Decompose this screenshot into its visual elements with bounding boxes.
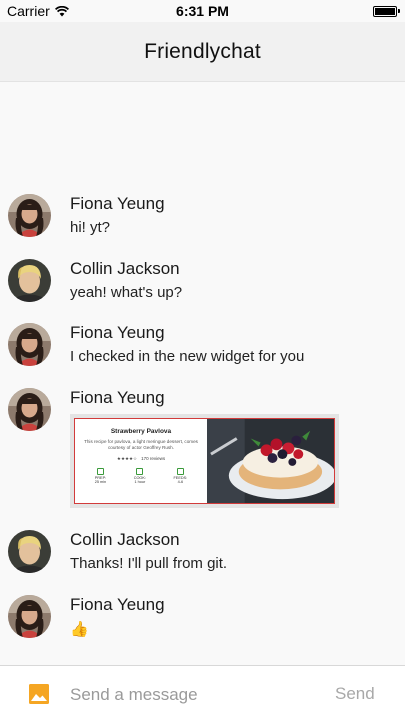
stat-cook: COOK: 1 hour bbox=[134, 468, 146, 484]
recipe-rating: ★★★★☆ 170 reviews bbox=[81, 456, 201, 462]
cook-icon bbox=[136, 468, 144, 476]
battery-level bbox=[375, 8, 395, 15]
message-item: Fiona Yeung hi! yt? bbox=[8, 194, 398, 242]
app-bar: Friendlychat bbox=[0, 22, 405, 82]
stat-value: 1 hour bbox=[134, 480, 146, 485]
message-sender: Collin Jackson bbox=[70, 530, 180, 549]
stat-prep: PREP: 25 min bbox=[95, 468, 106, 484]
stat-value: 4-6 bbox=[177, 480, 184, 485]
wifi-icon bbox=[54, 5, 69, 16]
message-sender: Fiona Yeung bbox=[70, 595, 165, 614]
message-text: 👍 bbox=[70, 621, 89, 638]
message-item: Fiona Yeung 👍 bbox=[8, 595, 398, 643]
prep-icon bbox=[96, 468, 104, 476]
avatar[interactable] bbox=[8, 530, 51, 573]
message-sender: Fiona Yeung bbox=[70, 323, 165, 342]
message-text: yeah! what's up? bbox=[70, 284, 183, 301]
message-item: Collin Jackson Thanks! I'll pull from gi… bbox=[8, 530, 398, 578]
message-item: Collin Jackson yeah! what's up? bbox=[8, 259, 398, 307]
send-button[interactable]: Send bbox=[335, 684, 375, 704]
image-icon[interactable] bbox=[29, 684, 49, 704]
recipe-title: Strawberry Pavlova bbox=[110, 428, 172, 435]
app-title: Friendlychat bbox=[144, 39, 261, 63]
feeds-icon bbox=[176, 468, 184, 476]
avatar[interactable] bbox=[8, 259, 51, 302]
recipe-description: This recipe for pavlova, a light meringu… bbox=[84, 439, 198, 451]
carrier-info: Carrier bbox=[7, 3, 69, 19]
recipe-info: Strawberry Pavlova This recipe for pavlo… bbox=[75, 419, 207, 503]
message-composer: Send bbox=[0, 665, 405, 720]
avatar[interactable] bbox=[8, 323, 51, 366]
message-text: I checked in the new widget for you bbox=[70, 348, 305, 365]
review-count: 170 reviews bbox=[141, 456, 166, 462]
message-text: Thanks! I'll pull from git. bbox=[70, 555, 228, 572]
avatar[interactable] bbox=[8, 595, 51, 638]
pavlova-photo bbox=[207, 419, 334, 503]
carrier-label: Carrier bbox=[7, 3, 50, 19]
message-sender: Collin Jackson bbox=[70, 259, 180, 278]
message-input[interactable] bbox=[70, 684, 320, 706]
stat-value: 25 min bbox=[94, 480, 107, 485]
avatar[interactable] bbox=[8, 194, 51, 237]
message-text: hi! yt? bbox=[70, 219, 111, 236]
avatar[interactable] bbox=[8, 388, 51, 431]
message-sender: Fiona Yeung bbox=[70, 194, 165, 213]
message-sender: Fiona Yeung bbox=[70, 388, 165, 407]
status-bar: Carrier 6:31 PM bbox=[0, 0, 405, 22]
message-item: Fiona Yeung I checked in the new widget … bbox=[8, 323, 398, 371]
star-rating-icon: ★★★★☆ bbox=[116, 456, 138, 462]
battery-icon bbox=[373, 6, 400, 17]
stat-feeds: FEEDS: 4-6 bbox=[173, 468, 187, 484]
recipe-card: Strawberry Pavlova This recipe for pavlo… bbox=[74, 418, 335, 504]
recipe-stats: PREP: 25 min COOK: 1 hour FEEDS: 4-6 bbox=[81, 468, 201, 484]
message-image[interactable]: Strawberry Pavlova This recipe for pavlo… bbox=[70, 414, 339, 508]
